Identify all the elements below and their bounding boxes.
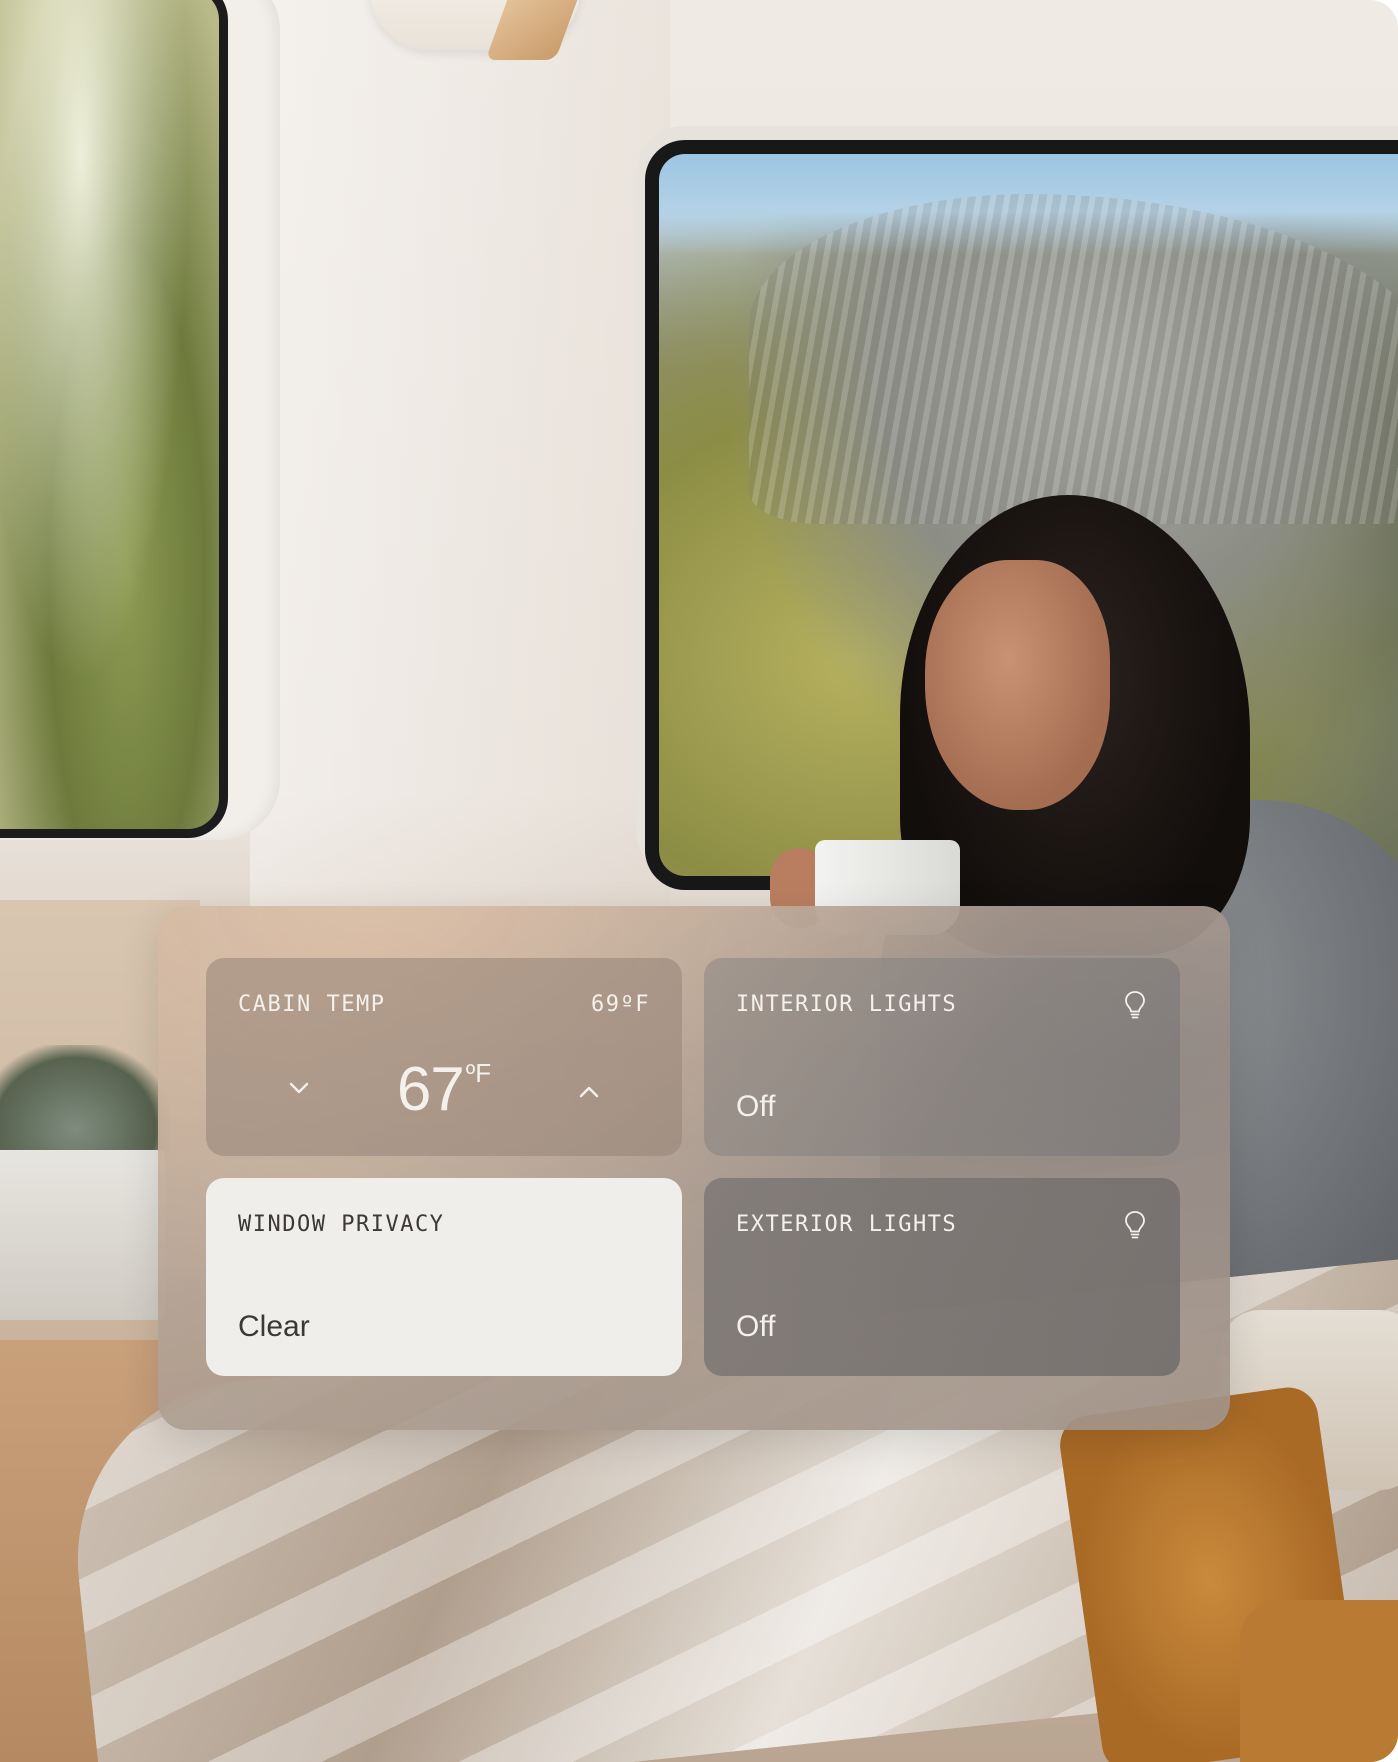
exterior-lights-state: Off xyxy=(736,1310,776,1343)
app-screen: CABIN TEMP 69ºF 67ºF INTERIOR LIGHTS Off… xyxy=(0,0,1398,1762)
window-privacy-label: WINDOW PRIVACY xyxy=(238,1212,445,1237)
plant-pot xyxy=(0,1150,165,1320)
interior-lights-state: Off xyxy=(736,1090,776,1123)
cabin-control-panel: CABIN TEMP 69ºF 67ºF INTERIOR LIGHTS Off… xyxy=(158,906,1230,1430)
interior-lights-tile[interactable]: INTERIOR LIGHTS Off xyxy=(704,958,1180,1156)
window-privacy-state: Clear xyxy=(238,1310,310,1343)
exterior-lights-label: EXTERIOR LIGHTS xyxy=(736,1212,958,1237)
current-temp-display: 67ºF xyxy=(206,1054,682,1125)
cabin-temp-label: CABIN TEMP xyxy=(238,992,386,1017)
cabin-temp-setpoint: 69ºF xyxy=(591,992,650,1017)
current-temp-value: 67 xyxy=(396,1055,465,1124)
left-window xyxy=(0,0,228,838)
exterior-lights-tile[interactable]: EXTERIOR LIGHTS Off xyxy=(704,1178,1180,1376)
cabin-temp-tile: CABIN TEMP 69ºF 67ºF xyxy=(206,958,682,1156)
current-temp-unit: ºF xyxy=(465,1058,492,1088)
chevron-up-icon xyxy=(579,1086,599,1098)
window-privacy-tile[interactable]: WINDOW PRIVACY Clear xyxy=(206,1178,682,1376)
increase-temp-button[interactable] xyxy=(569,1072,609,1112)
person-face xyxy=(925,560,1110,810)
lightbulb-icon xyxy=(1125,1211,1145,1239)
temp-controls: 67ºF xyxy=(206,1054,682,1124)
lightbulb-icon xyxy=(1125,991,1145,1019)
succulent-plant xyxy=(0,1045,170,1165)
interior-lights-label: INTERIOR LIGHTS xyxy=(736,992,958,1017)
background-photo xyxy=(0,0,1398,1762)
